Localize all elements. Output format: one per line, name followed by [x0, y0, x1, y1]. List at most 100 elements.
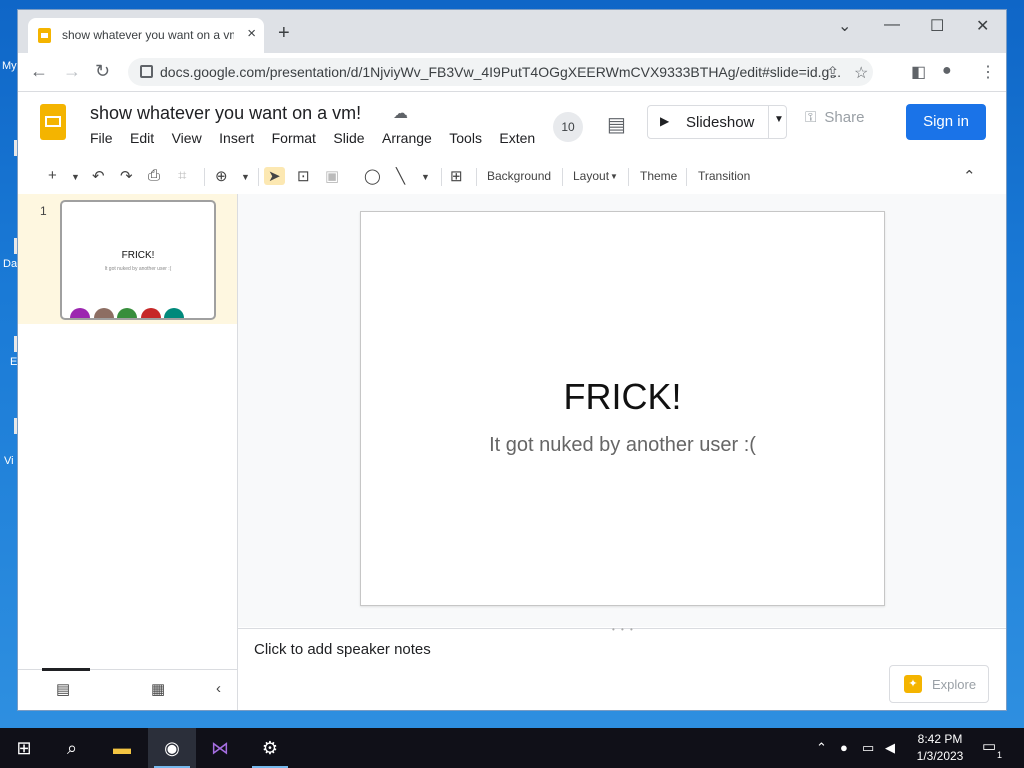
sign-in-button[interactable]: Sign in	[906, 104, 986, 140]
system-clock[interactable]: 8:42 PM 1/3/2023	[905, 731, 975, 765]
minimize-button[interactable]: —	[884, 16, 900, 34]
slides-logo-icon[interactable]	[40, 104, 66, 140]
speaker-notes-input[interactable]: Click to add speaker notes	[254, 641, 431, 658]
resize-handle[interactable]: • • •	[612, 625, 635, 634]
start-windows-icon[interactable]: ⊞	[0, 728, 48, 768]
layout-dropdown-icon[interactable]: ▼	[610, 172, 618, 181]
chrome-menu-icon[interactable]: ⋮	[980, 62, 996, 82]
chrome-taskbar-icon[interactable]: ◉	[148, 728, 196, 768]
microphone-icon[interactable]: ●	[840, 728, 848, 768]
lock-icon[interactable]	[140, 65, 153, 78]
desktop-icon-label[interactable]: Vi	[4, 455, 14, 467]
desktop-icon-label[interactable]: Da	[3, 258, 17, 270]
zoom-dropdown-icon[interactable]: ▼	[241, 172, 250, 182]
add-comment-icon[interactable]: ⊞	[450, 167, 463, 185]
comment-history-icon[interactable]: ▤	[607, 112, 626, 137]
collaborator-avatar	[164, 308, 184, 318]
collaborator-avatar	[70, 308, 90, 318]
visual-studio-icon[interactable]: ⋈	[196, 728, 244, 768]
menu-slide[interactable]: Slide	[333, 130, 364, 146]
slides-favicon-icon	[38, 28, 51, 43]
new-slide-icon[interactable]: +	[48, 167, 57, 184]
undo-icon[interactable]: ↶	[92, 167, 105, 185]
paint-format-icon[interactable]: ⌗	[178, 167, 186, 184]
volume-icon[interactable]: ◀	[885, 728, 895, 768]
print-icon[interactable]: ⎙	[148, 167, 160, 184]
bookmark-star-icon[interactable]: ☆	[854, 63, 868, 83]
slide-subtitle[interactable]: It got nuked by another user :(	[361, 434, 884, 457]
list-view-icon[interactable]: ▤	[56, 680, 70, 698]
desktop-icon-label[interactable]: My	[2, 60, 17, 72]
cloud-saved-icon[interactable]: ☁	[393, 104, 408, 122]
grid-view-icon[interactable]: ▦	[151, 680, 165, 698]
line-dropdown-icon[interactable]: ▼	[421, 172, 430, 182]
menu-tools[interactable]: Tools	[449, 130, 482, 146]
document-title[interactable]: show whatever you want on a vm!	[90, 103, 361, 124]
slideshow-button[interactable]: ▶ Slideshow ▼	[647, 105, 787, 139]
collaborator-avatar	[117, 308, 137, 318]
text-box-icon[interactable]: ⊡	[297, 167, 310, 185]
background-button[interactable]: Background	[487, 169, 551, 183]
viewer-count-avatar[interactable]: 10	[553, 112, 583, 142]
menu-format[interactable]: Format	[272, 130, 316, 146]
collapse-panel-icon[interactable]: ‹	[216, 680, 221, 697]
settings-gear-icon[interactable]: ⚙	[246, 728, 294, 768]
close-window-button[interactable]: ✕	[976, 16, 989, 36]
search-icon[interactable]: ⌕	[48, 728, 96, 768]
url-text[interactable]: docs.google.com/presentation/d/1NjviyWv_…	[160, 64, 841, 80]
line-icon[interactable]: ╲	[396, 167, 405, 185]
redo-icon[interactable]: ↷	[120, 167, 133, 185]
collaborator-avatar	[141, 308, 161, 318]
theme-button[interactable]: Theme	[640, 169, 677, 183]
slide-title[interactable]: FRICK!	[361, 376, 884, 418]
menu-file[interactable]: File	[90, 130, 113, 146]
slide-thumbnail[interactable]: FRICK! It got nuked by another user :(	[60, 200, 216, 320]
thumbnail-title: FRICK!	[121, 250, 155, 261]
header-actions: 10 ▤ ▶ Slideshow ▼ ⚿ Share Sign in	[535, 92, 1006, 160]
address-bar[interactable]: docs.google.com/presentation/d/1NjviyWv_…	[128, 58, 873, 86]
slideshow-dropdown-icon[interactable]: ▼	[774, 114, 784, 125]
filmstrip: 1 FRICK! It got nuked by another user :(…	[18, 194, 238, 710]
side-panel-icon[interactable]: ◧	[911, 62, 926, 82]
tray-chevron-up-icon[interactable]: ⌃	[816, 728, 827, 768]
reload-icon[interactable]: ↻	[95, 61, 110, 82]
collaborator-avatar	[94, 308, 114, 318]
shape-icon[interactable]: ◯	[364, 167, 381, 185]
maximize-button[interactable]: ☐	[930, 16, 944, 36]
menu-edit[interactable]: Edit	[130, 130, 154, 146]
profile-icon[interactable]: ●	[942, 62, 952, 80]
thumbnail-subtitle: It got nuked by another user :(	[104, 266, 172, 272]
zoom-icon[interactable]: ⊕	[215, 167, 228, 185]
menu-extensions[interactable]: Extensio	[499, 130, 535, 146]
browser-tab[interactable]: show whatever you want on a vm! ×	[28, 18, 264, 53]
share-button[interactable]: ⚿ Share	[805, 109, 864, 126]
slide-canvas-area: FRICK! It got nuked by another user :(	[238, 194, 1006, 627]
new-tab-button[interactable]: +	[278, 22, 290, 45]
desktop-icon-label[interactable]: E	[10, 356, 17, 368]
explore-button[interactable]: ✦ Explore	[889, 665, 989, 703]
menu-arrange[interactable]: Arrange	[382, 130, 432, 146]
divider	[768, 106, 769, 138]
clock-time: 8:42 PM	[917, 732, 963, 746]
select-cursor-icon[interactable]: ➤	[264, 167, 285, 185]
tab-search-icon[interactable]: ⌄	[838, 16, 851, 36]
layout-button[interactable]: Layout	[573, 169, 609, 183]
image-icon[interactable]: ▣	[325, 167, 339, 185]
back-arrow-icon[interactable]: ←	[30, 61, 48, 82]
file-explorer-icon[interactable]: ▬	[98, 728, 146, 768]
slide-canvas[interactable]: FRICK! It got nuked by another user :(	[360, 211, 885, 606]
tab-close-icon[interactable]: ×	[247, 25, 256, 42]
notification-count: 1	[997, 750, 1003, 760]
collapse-chevron-up-icon[interactable]: ⌃	[963, 167, 976, 185]
transition-button[interactable]: Transition	[698, 169, 750, 183]
filmstrip-view-controls: ▤ ▦ ‹	[18, 668, 237, 710]
lock-person-icon: ⚿	[805, 109, 817, 126]
browser-toolbar: ← → ↻ docs.google.com/presentation/d/1Nj…	[18, 53, 1006, 92]
new-slide-dropdown-icon[interactable]: ▼	[71, 172, 80, 182]
speaker-notes: • • • Click to add speaker notes ✦ Explo…	[238, 625, 1006, 710]
menu-insert[interactable]: Insert	[219, 130, 254, 146]
network-icon[interactable]: ▭	[862, 728, 874, 768]
share-page-icon[interactable]: ⇪	[826, 63, 839, 83]
forward-arrow-icon[interactable]: →	[63, 61, 81, 82]
menu-view[interactable]: View	[172, 130, 202, 146]
